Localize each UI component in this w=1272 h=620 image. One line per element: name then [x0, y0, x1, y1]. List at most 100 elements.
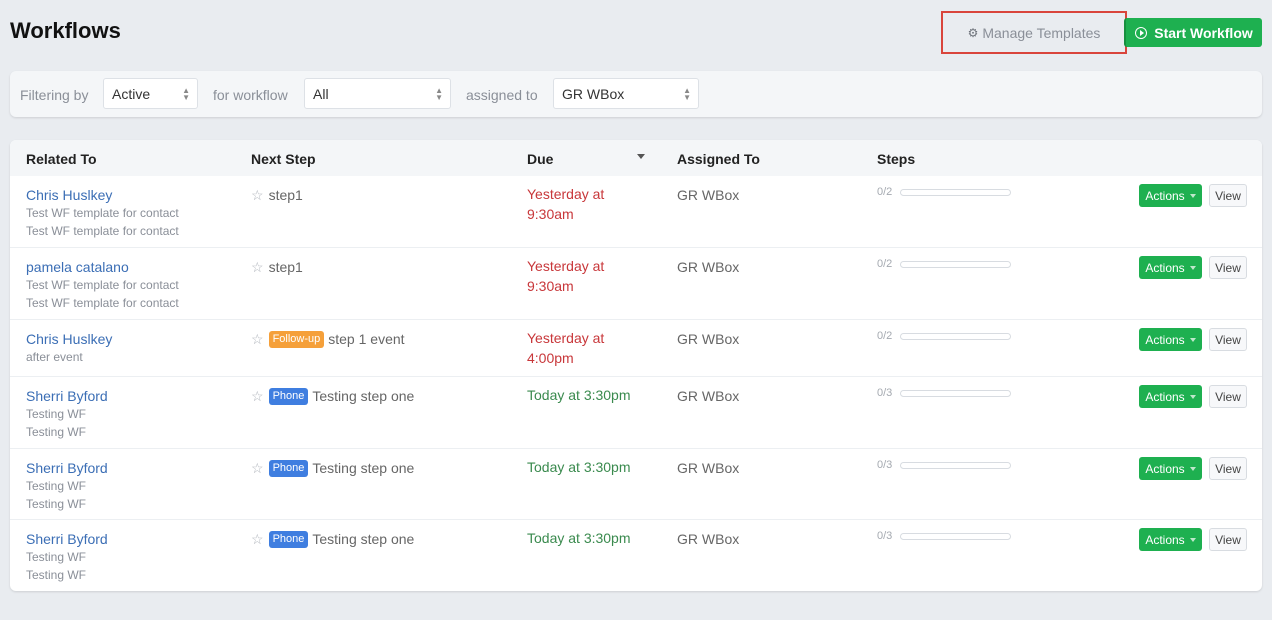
actions-dropdown-button[interactable]: Actions	[1139, 457, 1202, 480]
view-button[interactable]: View	[1209, 328, 1247, 351]
star-icon[interactable]: ☆	[251, 387, 264, 405]
manage-templates-button[interactable]: ⚙ Manage Templates	[941, 11, 1127, 54]
assignee-select-value: GR WBox	[562, 85, 625, 102]
workflows-table: Related To Next Step Due Assigned To Ste…	[10, 140, 1262, 591]
column-header-steps[interactable]: Steps	[877, 151, 915, 167]
workflow-template-name: Testing WF	[26, 550, 87, 564]
workflow-select[interactable]: All ▲ ▼	[304, 78, 451, 109]
actions-label: Actions	[1145, 532, 1185, 547]
next-step-label: step1	[268, 259, 303, 275]
related-to-cell: Sherri Byford Testing WF Testing WF	[26, 530, 108, 584]
steps-count: 0/3	[877, 530, 893, 542]
select-arrows-icon: ▲ ▼	[435, 86, 443, 102]
table-row: Sherri Byford Testing WF Testing WF ☆ Ph…	[10, 448, 1262, 519]
step-type-badge: Phone	[268, 530, 309, 548]
contact-link[interactable]: Sherri Byford	[26, 459, 108, 477]
filtering-by-label: Filtering by	[20, 87, 89, 103]
actions-label: Actions	[1145, 332, 1185, 347]
next-step-label: step 1 event	[328, 331, 405, 347]
steps-progress-bar	[900, 188, 1012, 196]
steps-cell: 0/2	[877, 330, 1012, 342]
workflow-template-name: Testing WF	[26, 407, 87, 421]
actions-dropdown-button[interactable]: Actions	[1139, 184, 1202, 207]
actions-dropdown-button[interactable]: Actions	[1139, 528, 1202, 551]
step-type-badge: Follow-up	[268, 330, 325, 348]
contact-link[interactable]: Sherri Byford	[26, 530, 108, 548]
contact-link[interactable]: pamela catalano	[26, 258, 179, 276]
next-step-cell: ☆ Phone Testing step one	[251, 530, 414, 548]
caret-down-icon	[1189, 193, 1196, 198]
steps-progress-bar	[900, 461, 1012, 469]
steps-cell: 0/3	[877, 387, 1012, 399]
due-cell: Today at 3:30pm	[527, 385, 631, 405]
contact-link[interactable]: Chris Huslkey	[26, 330, 112, 348]
view-label: View	[1215, 532, 1241, 547]
assignee-select[interactable]: GR WBox ▲ ▼	[553, 78, 699, 109]
star-icon[interactable]: ☆	[251, 258, 264, 276]
table-row: Sherri Byford Testing WF Testing WF ☆ Ph…	[10, 519, 1262, 591]
star-icon[interactable]: ☆	[251, 330, 264, 348]
next-step-cell: ☆ step1	[251, 258, 303, 276]
contact-link[interactable]: Sherri Byford	[26, 387, 108, 405]
workflow-template-name: Testing WF	[26, 497, 87, 511]
sort-descending-icon[interactable]	[637, 154, 645, 159]
page-header: Workflows ⚙ Manage Templates Start Workf…	[0, 0, 1272, 64]
caret-down-icon	[1189, 537, 1196, 542]
actions-label: Actions	[1145, 188, 1185, 203]
column-header-next-step[interactable]: Next Step	[251, 151, 316, 167]
actions-dropdown-button[interactable]: Actions	[1139, 256, 1202, 279]
star-icon[interactable]: ☆	[251, 530, 264, 548]
view-button[interactable]: View	[1209, 256, 1247, 279]
due-time-line: 9:30am	[527, 206, 574, 222]
assigned-to-label: assigned to	[466, 87, 538, 103]
table-row: Chris Huslkey after event ☆ Follow-up st…	[10, 319, 1262, 376]
workflow-template-name: Test WF template for contact	[26, 278, 179, 292]
assigned-to-cell: GR WBox	[677, 460, 740, 476]
steps-count: 0/3	[877, 387, 893, 399]
view-label: View	[1215, 461, 1241, 476]
actions-dropdown-button[interactable]: Actions	[1139, 328, 1202, 351]
step-type-badge: Phone	[268, 387, 309, 405]
steps-progress-bar	[900, 260, 1012, 268]
actions-label: Actions	[1145, 389, 1185, 404]
column-header-related-to[interactable]: Related To	[26, 151, 97, 167]
manage-templates-label: Manage Templates	[982, 24, 1101, 41]
steps-count: 0/2	[877, 186, 893, 198]
next-step-cell: ☆ Phone Testing step one	[251, 459, 414, 477]
related-to-cell: Chris Huslkey Test WF template for conta…	[26, 186, 179, 240]
assigned-to-cell: GR WBox	[677, 331, 740, 347]
next-step-cell: ☆ step1	[251, 186, 303, 204]
select-arrows-icon: ▲ ▼	[683, 86, 691, 102]
star-icon[interactable]: ☆	[251, 186, 264, 204]
next-step-label: Testing step one	[312, 460, 415, 476]
workflow-template-name: Test WF template for contact	[26, 296, 179, 310]
steps-cell: 0/3	[877, 530, 1012, 542]
due-cell: Yesterday at 9:30am	[527, 184, 604, 224]
start-workflow-button[interactable]: Start Workflow	[1124, 18, 1262, 47]
view-label: View	[1215, 188, 1241, 203]
related-to-cell: Sherri Byford Testing WF Testing WF	[26, 387, 108, 441]
view-button[interactable]: View	[1209, 528, 1247, 551]
steps-cell: 0/3	[877, 459, 1012, 471]
next-step-label: Testing step one	[312, 531, 415, 547]
select-arrows-icon: ▲ ▼	[182, 86, 190, 102]
view-button[interactable]: View	[1209, 457, 1247, 480]
due-date-line: Today at 3:30pm	[527, 387, 631, 403]
workflow-template-name: Test WF template for contact	[26, 224, 179, 238]
due-cell: Yesterday at 4:00pm	[527, 328, 604, 368]
column-header-due[interactable]: Due	[527, 151, 553, 167]
column-header-assigned-to[interactable]: Assigned To	[677, 151, 760, 167]
contact-link[interactable]: Chris Huslkey	[26, 186, 179, 204]
next-step-cell: ☆ Phone Testing step one	[251, 387, 414, 405]
view-button[interactable]: View	[1209, 184, 1247, 207]
actions-dropdown-button[interactable]: Actions	[1139, 385, 1202, 408]
play-circle-icon	[1135, 26, 1148, 39]
caret-down-icon	[1189, 337, 1196, 342]
star-icon[interactable]: ☆	[251, 459, 264, 477]
steps-count: 0/2	[877, 258, 893, 270]
view-button[interactable]: View	[1209, 385, 1247, 408]
table-row: pamela catalano Test WF template for con…	[10, 247, 1262, 319]
status-select[interactable]: Active ▲ ▼	[103, 78, 198, 109]
status-select-value: Active	[112, 85, 151, 102]
steps-count: 0/2	[877, 330, 893, 342]
